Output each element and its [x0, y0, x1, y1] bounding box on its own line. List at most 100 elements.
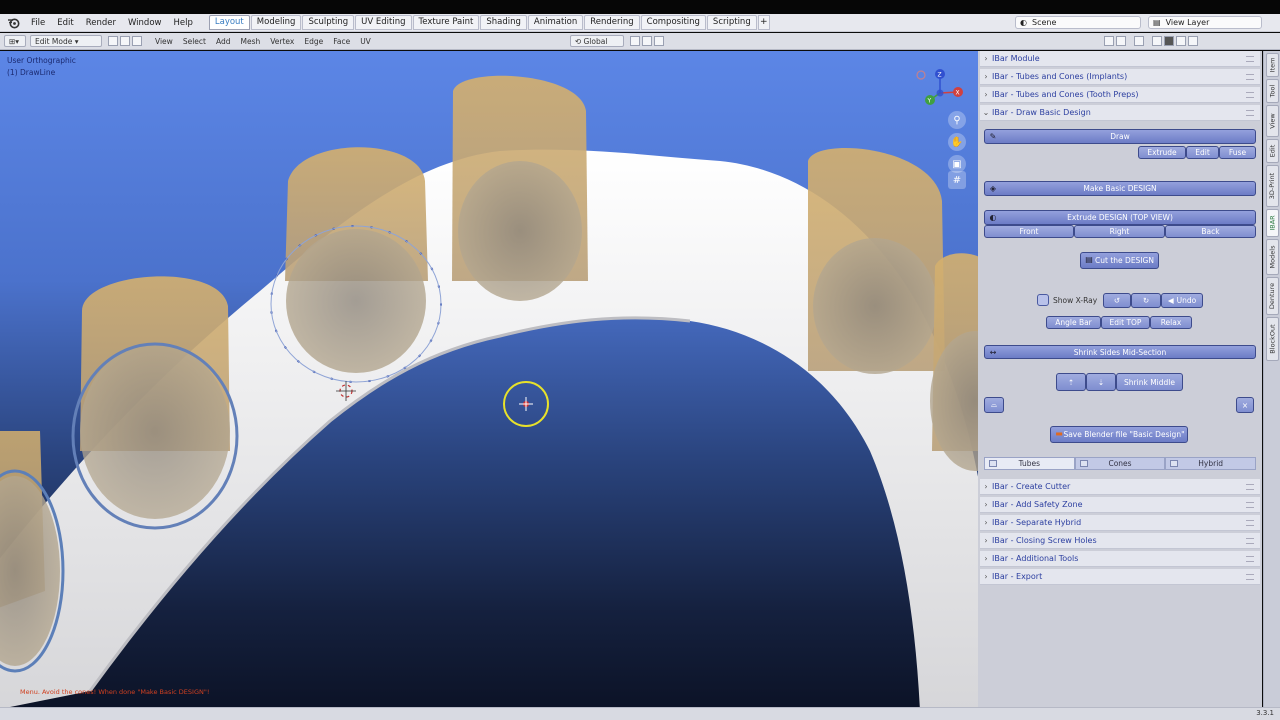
- xray-toggle-icon[interactable]: [1133, 36, 1144, 46]
- drag-handle-icon[interactable]: [1246, 56, 1254, 62]
- tab-layout[interactable]: Layout: [208, 15, 250, 30]
- section-tubes-cones-implants[interactable]: › IBar - Tubes and Cones (Implants): [980, 69, 1260, 85]
- navigation-gizmo-icon[interactable]: X Y Z: [912, 65, 968, 113]
- section-draw-basic-design[interactable]: ⌄ IBar - Draw Basic Design: [980, 105, 1260, 121]
- gizmo-toggle-icon[interactable]: [1115, 36, 1126, 46]
- shading-solid-icon[interactable]: [1163, 36, 1174, 46]
- shrink-up-icon[interactable]: ⇡: [1056, 373, 1086, 391]
- section-additional-tools[interactable]: › IBar - Additional Tools: [980, 551, 1260, 567]
- overlay-toggle-icon[interactable]: [1103, 36, 1114, 46]
- tab-rendering[interactable]: Rendering: [584, 15, 640, 30]
- relax-button[interactable]: Relax: [1150, 316, 1192, 329]
- tab-animation[interactable]: Animation: [527, 15, 584, 30]
- rotate-right-icon[interactable]: ↻: [1131, 293, 1161, 308]
- sidebar-tab-denture[interactable]: Denture: [1266, 277, 1279, 315]
- rotate-left-icon[interactable]: ↺: [1103, 293, 1131, 308]
- shrink-sides-button[interactable]: ↔ Shrink Sides Mid-Section: [984, 345, 1256, 359]
- view-right-button[interactable]: Right: [1074, 225, 1165, 238]
- view-layer-selector[interactable]: ▤ View Layer: [1148, 16, 1262, 29]
- editor-type-dropdown[interactable]: ⊞▾: [4, 35, 26, 47]
- make-basic-design-button[interactable]: ◈ Make Basic DESIGN: [984, 181, 1256, 196]
- drag-handle-icon[interactable]: [1246, 556, 1254, 562]
- shrink-middle-button[interactable]: Shrink Middle: [1116, 373, 1183, 391]
- menu-edit[interactable]: Edit: [51, 14, 79, 32]
- drag-handle-icon[interactable]: [1246, 502, 1254, 508]
- drag-handle-icon[interactable]: [1246, 74, 1254, 80]
- vertex-select-icon[interactable]: [108, 36, 118, 46]
- edit-top-button[interactable]: Edit TOP: [1101, 316, 1150, 329]
- 3d-viewport[interactable]: User Orthographic (1) DrawLine Menu. Avo…: [0, 51, 978, 707]
- mode-dropdown[interactable]: Edit Mode ▾: [30, 35, 102, 47]
- tab-hybrid[interactable]: Hybrid: [1165, 457, 1257, 470]
- shading-wireframe-icon[interactable]: [1151, 36, 1162, 46]
- grid-icon[interactable]: #: [948, 171, 966, 189]
- menu-face[interactable]: Face: [328, 37, 355, 46]
- section-tubes-cones-tooth-preps[interactable]: › IBar - Tubes and Cones (Tooth Preps): [980, 87, 1260, 103]
- menu-edge[interactable]: Edge: [299, 37, 328, 46]
- menu-uv[interactable]: UV: [355, 37, 376, 46]
- pan-hand-icon[interactable]: ✋: [948, 133, 966, 151]
- angle-bar-button[interactable]: Angle Bar: [1046, 316, 1101, 329]
- menu-add[interactable]: Add: [211, 37, 236, 46]
- tab-modeling[interactable]: Modeling: [250, 15, 302, 30]
- settings-arc-icon[interactable]: ⌓: [984, 397, 1004, 413]
- sidebar-tab-edit[interactable]: Edit: [1266, 139, 1279, 163]
- section-create-cutter[interactable]: › IBar - Create Cutter: [980, 479, 1260, 495]
- sidebar-tab-item[interactable]: Item: [1266, 53, 1279, 77]
- menu-help[interactable]: Help: [167, 14, 198, 32]
- menu-mesh[interactable]: Mesh: [235, 37, 265, 46]
- tab-compositing[interactable]: Compositing: [640, 15, 706, 30]
- tab-uv-editing[interactable]: UV Editing: [355, 15, 412, 30]
- sidebar-tab-view[interactable]: View: [1266, 105, 1279, 137]
- drag-handle-icon[interactable]: [1246, 92, 1254, 98]
- drag-handle-icon[interactable]: [1246, 110, 1254, 116]
- extrude-button[interactable]: Extrude: [1138, 146, 1186, 159]
- tab-tubes[interactable]: Tubes: [984, 457, 1075, 470]
- view-back-button[interactable]: Back: [1165, 225, 1256, 238]
- face-select-icon[interactable]: [132, 36, 142, 46]
- draw-button[interactable]: ✎ Draw: [984, 129, 1256, 144]
- extrude-design-button[interactable]: ◐ Extrude DESIGN (TOP VIEW): [984, 210, 1256, 225]
- section-add-safety-zone[interactable]: › IBar - Add Safety Zone: [980, 497, 1260, 513]
- drag-handle-icon[interactable]: [1246, 484, 1254, 490]
- section-closing-screw-holes[interactable]: › IBar - Closing Screw Holes: [980, 533, 1260, 549]
- drag-handle-icon[interactable]: [1246, 520, 1254, 526]
- sidebar-tab-models[interactable]: Models: [1266, 239, 1279, 275]
- menu-render[interactable]: Render: [80, 14, 122, 32]
- menu-window[interactable]: Window: [122, 14, 168, 32]
- undo-button[interactable]: ◀ Undo: [1161, 293, 1203, 308]
- section-export[interactable]: › IBar - Export: [980, 569, 1260, 585]
- sidebar-tab-3d-print[interactable]: 3D-Print: [1266, 165, 1279, 207]
- fuse-button[interactable]: Fuse: [1219, 146, 1256, 159]
- menu-view[interactable]: View: [150, 37, 178, 46]
- show-xray-checkbox[interactable]: [1037, 294, 1049, 306]
- blender-logo-icon[interactable]: [5, 15, 21, 31]
- edge-select-icon[interactable]: [120, 36, 130, 46]
- shading-material-icon[interactable]: [1175, 36, 1186, 46]
- tab-texture-paint[interactable]: Texture Paint: [412, 15, 480, 30]
- tab-sculpting[interactable]: Sculpting: [302, 15, 355, 30]
- pivot-icon[interactable]: [629, 36, 640, 46]
- tab-cones[interactable]: Cones: [1074, 457, 1166, 470]
- view-front-button[interactable]: Front: [984, 225, 1074, 238]
- tab-scripting[interactable]: Scripting: [706, 15, 757, 30]
- drag-handle-icon[interactable]: [1246, 538, 1254, 544]
- section-separate-hybrid[interactable]: › IBar - Separate Hybrid: [980, 515, 1260, 531]
- menu-select[interactable]: Select: [178, 37, 211, 46]
- snap-icon[interactable]: [641, 36, 652, 46]
- sidebar-tab-blockout[interactable]: BlockOut: [1266, 317, 1279, 361]
- sidebar-tab-tool[interactable]: Tool: [1266, 79, 1279, 103]
- cut-design-button[interactable]: ▤ Cut the DESIGN: [1080, 252, 1159, 269]
- sidebar-tab-ibar[interactable]: IBAR: [1266, 209, 1279, 237]
- scene-selector[interactable]: ◐ Scene: [1015, 16, 1141, 29]
- orientation-dropdown[interactable]: ⟲ Global: [569, 35, 624, 47]
- zoom-icon[interactable]: ⚲: [948, 111, 966, 129]
- section-ibar-module[interactable]: › IBar Module: [980, 51, 1260, 67]
- menu-file[interactable]: File: [25, 14, 51, 32]
- shrink-down-icon[interactable]: ⇣: [1086, 373, 1116, 391]
- drag-handle-icon[interactable]: [1246, 574, 1254, 580]
- proportional-edit-icon[interactable]: [653, 36, 664, 46]
- save-blend-button[interactable]: ▬ Save Blender file "Basic Design": [1050, 426, 1188, 443]
- menu-vertex[interactable]: Vertex: [265, 37, 299, 46]
- close-button[interactable]: ×: [1236, 397, 1254, 413]
